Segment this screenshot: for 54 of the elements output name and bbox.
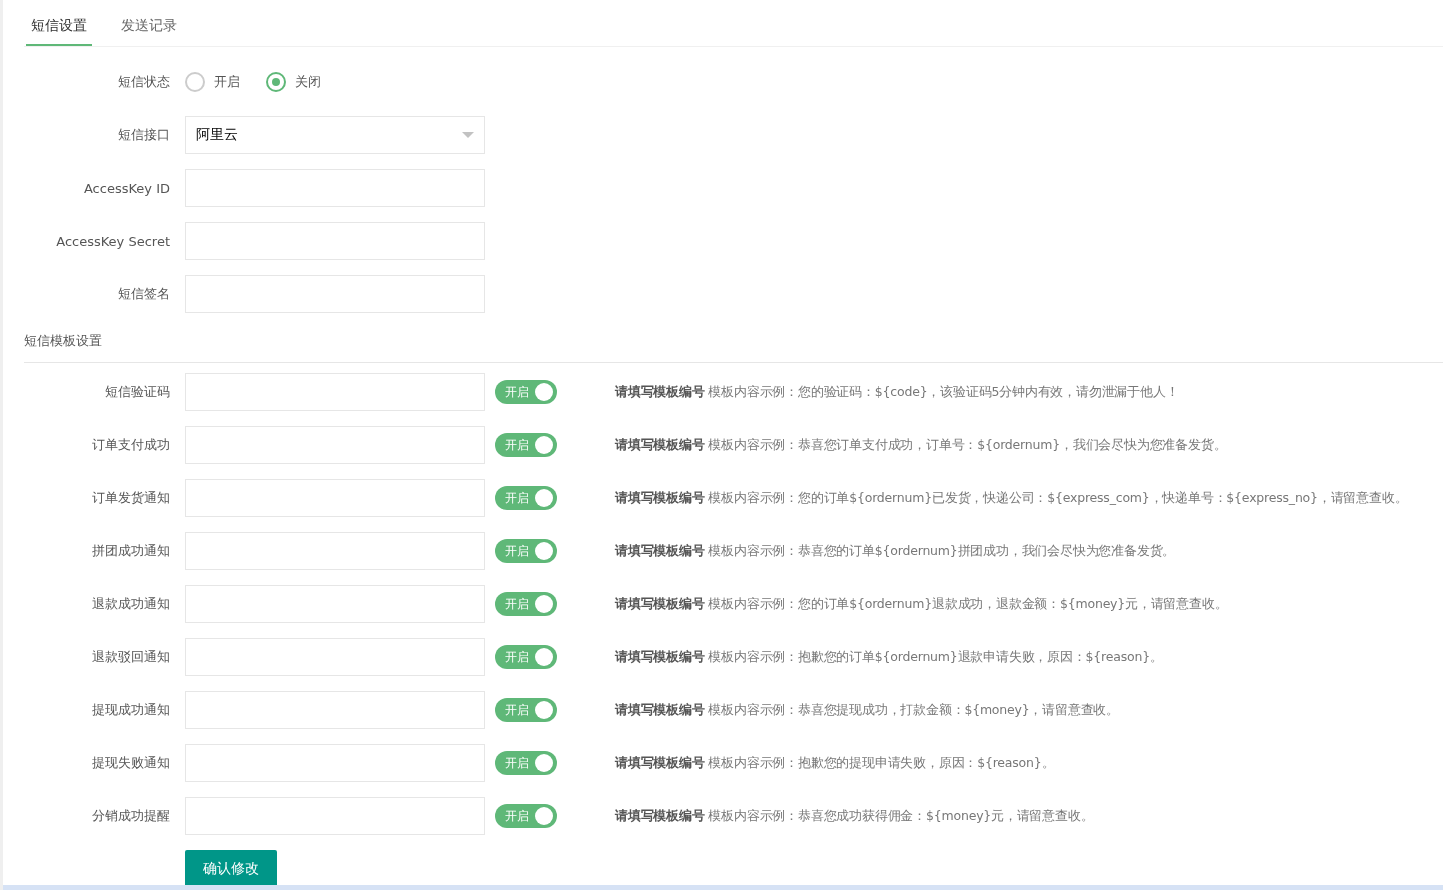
toggle-switch[interactable]: 开启	[495, 539, 557, 563]
provider-select[interactable]: 阿里云	[185, 116, 485, 154]
template-hint: 请填写模板编号 模板内容示例：恭喜您的订单${ordernum}拼团成功，我们会尽快为您准备发货。	[615, 542, 1176, 560]
toggle-switch[interactable]: 开启	[495, 592, 557, 616]
toggle-switch[interactable]: 开启	[495, 486, 557, 510]
field-label: 订单支付成功	[91, 436, 171, 454]
caret-icon	[462, 132, 474, 138]
radio-label: 开启	[214, 73, 240, 91]
template-hint: 请填写模板编号 模板内容示例：恭喜您成功获得佣金：${money}元，请留意查收。	[615, 807, 1094, 825]
template-id-field[interactable]	[185, 426, 485, 464]
toggle-switch[interactable]: 开启	[495, 433, 557, 457]
template-id-field[interactable]	[185, 691, 485, 729]
field-label: AccessKey Secret	[55, 233, 171, 249]
field-label: 短信签名	[117, 285, 171, 303]
tab[interactable]: 发送记录	[116, 0, 182, 46]
field-label: 订单发货通知	[91, 489, 171, 507]
toggle-switch[interactable]: 开启	[495, 698, 557, 722]
template-id-field[interactable]	[185, 479, 485, 517]
template-id-field[interactable]	[185, 744, 485, 782]
template-id-field[interactable]	[185, 797, 485, 835]
text-field[interactable]	[185, 275, 485, 313]
template-id-field[interactable]	[185, 373, 485, 411]
field-label: 拼团成功通知	[91, 542, 171, 560]
field-label: 分销成功提醒	[91, 807, 171, 825]
field-label: 短信验证码	[104, 383, 171, 401]
template-hint: 请填写模板编号 模板内容示例：恭喜您提现成功，打款金额：${money}，请留意查收。	[615, 701, 1120, 719]
template-id-field[interactable]	[185, 638, 485, 676]
template-hint: 请填写模板编号 模板内容示例：抱歉您的订单${ordernum}退款申请失败，原因：${reason}。	[615, 648, 1163, 666]
text-field[interactable]	[185, 222, 485, 260]
template-hint: 请填写模板编号 模板内容示例：抱歉您的提现申请失败，原因：${reason}。	[615, 754, 1055, 772]
field-label: 退款驳回通知	[91, 648, 171, 666]
toggle-switch[interactable]: 开启	[495, 804, 557, 828]
toggle-switch[interactable]: 开启	[495, 751, 557, 775]
section-title: 短信模板设置	[24, 332, 103, 350]
tab[interactable]: 短信设置	[26, 0, 92, 46]
template-hint: 请填写模板编号 模板内容示例：您的订单${ordernum}已发货，快递公司：${express_com}，快递单号：${express_no}，请留意查收。	[615, 489, 1408, 507]
template-hint: 请填写模板编号 模板内容示例：您的订单${ordernum}退款成功，退款金额：${money}元，请留意查收。	[615, 595, 1228, 613]
field-label: AccessKey ID	[82, 180, 171, 196]
radio-button[interactable]	[185, 72, 205, 92]
radio-label: 关闭	[295, 73, 321, 91]
field-label: 短信接口	[117, 126, 171, 144]
template-id-field[interactable]	[185, 532, 485, 570]
template-hint: 请填写模板编号 模板内容示例：恭喜您订单支付成功，订单号：${ordernum}，我们会尽快为您准备发货。	[615, 436, 1227, 454]
submit-button[interactable]: 确认修改	[185, 850, 277, 888]
template-id-field[interactable]	[185, 585, 485, 623]
template-hint: 请填写模板编号 模板内容示例：您的验证码：${code}，该验证码5分钟内有效，请勿泄漏于他人！	[615, 383, 1179, 401]
radio-button[interactable]	[266, 72, 286, 92]
text-field[interactable]	[185, 169, 485, 207]
toggle-switch[interactable]: 开启	[495, 380, 557, 404]
field-label: 短信状态	[117, 73, 171, 91]
toggle-switch[interactable]: 开启	[495, 645, 557, 669]
field-label: 提现失败通知	[91, 754, 171, 772]
field-label: 提现成功通知	[91, 701, 171, 719]
field-label: 退款成功通知	[91, 595, 171, 613]
